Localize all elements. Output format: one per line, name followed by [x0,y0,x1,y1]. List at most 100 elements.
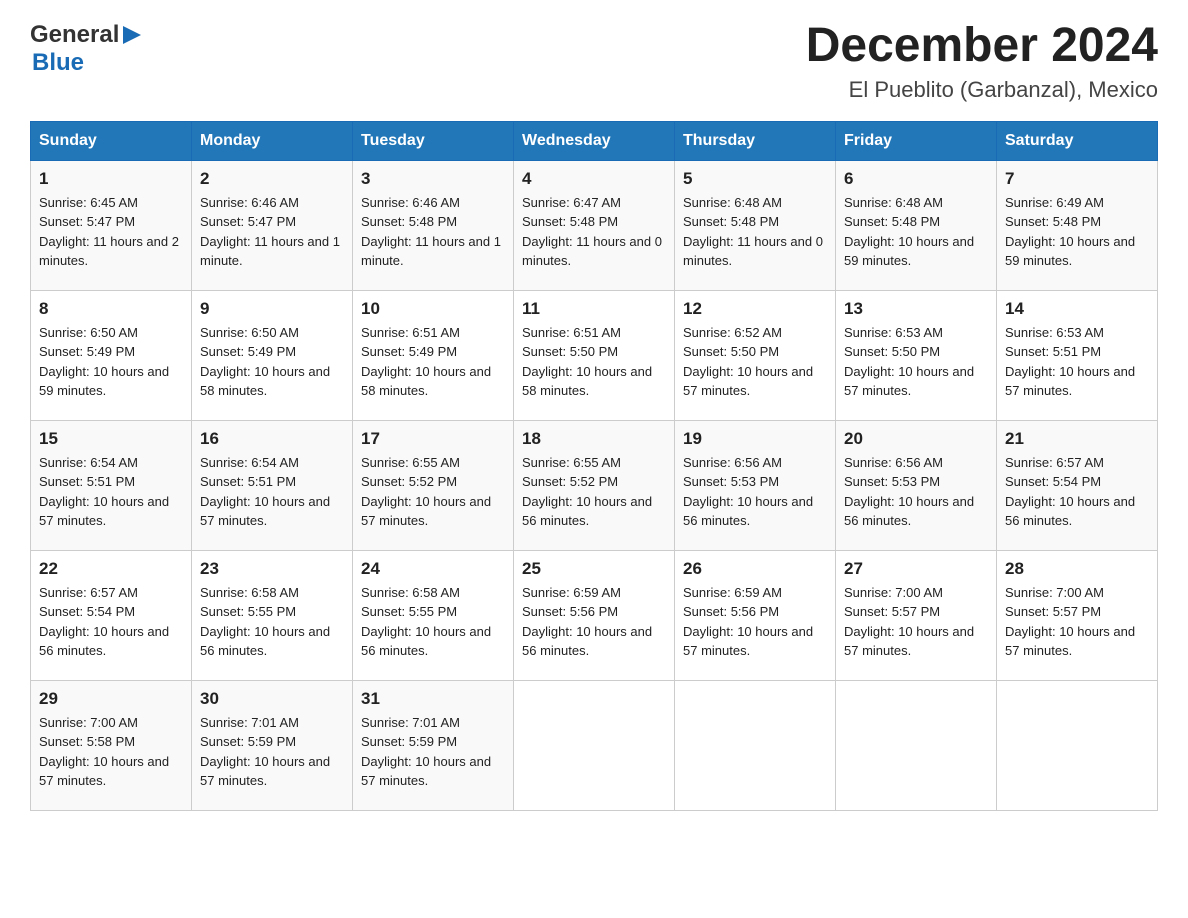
day-number: 17 [361,429,505,449]
day-number: 11 [522,299,666,319]
calendar-cell [675,680,836,810]
day-number: 5 [683,169,827,189]
day-detail: Sunrise: 6:54 AMSunset: 5:51 PMDaylight:… [39,455,169,529]
day-number: 6 [844,169,988,189]
day-number: 15 [39,429,183,449]
calendar-cell [514,680,675,810]
day-detail: Sunrise: 6:49 AMSunset: 5:48 PMDaylight:… [1005,195,1135,269]
calendar-cell: 29 Sunrise: 7:00 AMSunset: 5:58 PMDayligh… [31,680,192,810]
day-detail: Sunrise: 6:50 AMSunset: 5:49 PMDaylight:… [39,325,169,399]
day-number: 12 [683,299,827,319]
page-header: General Blue December 2024 El Pueblito (… [30,20,1158,103]
calendar-cell: 6 Sunrise: 6:48 AMSunset: 5:48 PMDaylight… [836,160,997,290]
calendar-week-row: 15 Sunrise: 6:54 AMSunset: 5:51 PMDayligh… [31,420,1158,550]
calendar-table: SundayMondayTuesdayWednesdayThursdayFrid… [30,121,1158,811]
day-detail: Sunrise: 6:51 AMSunset: 5:49 PMDaylight:… [361,325,491,399]
day-detail: Sunrise: 6:57 AMSunset: 5:54 PMDaylight:… [1005,455,1135,529]
calendar-cell: 9 Sunrise: 6:50 AMSunset: 5:49 PMDaylight… [192,290,353,420]
calendar-cell: 13Sunrise: 6:53 AMSunset: 5:50 PMDayligh… [836,290,997,420]
day-detail: Sunrise: 6:50 AMSunset: 5:49 PMDaylight:… [200,325,330,399]
location-title: El Pueblito (Garbanzal), Mexico [806,77,1158,103]
day-number: 3 [361,169,505,189]
day-detail: Sunrise: 6:58 AMSunset: 5:55 PMDaylight:… [361,585,491,659]
calendar-cell [836,680,997,810]
day-number: 16 [200,429,344,449]
calendar-cell: 12 Sunrise: 6:52 AMSunset: 5:50 PMDayligh… [675,290,836,420]
weekday-header-row: SundayMondayTuesdayWednesdayThursdayFrid… [31,121,1158,160]
calendar-cell: 1 Sunrise: 6:45 AMSunset: 5:47 PMDaylight… [31,160,192,290]
day-number: 28 [1005,559,1149,579]
calendar-cell: 28Sunrise: 7:00 AMSunset: 5:57 PMDayligh… [997,550,1158,680]
calendar-cell: 2 Sunrise: 6:46 AMSunset: 5:47 PMDaylight… [192,160,353,290]
day-detail: Sunrise: 6:59 AMSunset: 5:56 PMDaylight:… [683,585,813,659]
weekday-header-tuesday: Tuesday [353,121,514,160]
day-detail: Sunrise: 7:01 AMSunset: 5:59 PMDaylight:… [200,715,330,789]
day-number: 14 [1005,299,1149,319]
calendar-cell: 15 Sunrise: 6:54 AMSunset: 5:51 PMDayligh… [31,420,192,550]
day-number: 19 [683,429,827,449]
day-number: 25 [522,559,666,579]
day-number: 31 [361,689,505,709]
day-detail: Sunrise: 6:52 AMSunset: 5:50 PMDaylight:… [683,325,813,399]
day-detail: Sunrise: 6:56 AMSunset: 5:53 PMDaylight:… [683,455,813,529]
month-title: December 2024 [806,20,1158,73]
calendar-cell: 30Sunrise: 7:01 AMSunset: 5:59 PMDayligh… [192,680,353,810]
weekday-header-sunday: Sunday [31,121,192,160]
calendar-cell: 27Sunrise: 7:00 AMSunset: 5:57 PMDayligh… [836,550,997,680]
day-detail: Sunrise: 6:48 AMSunset: 5:48 PMDaylight:… [844,195,974,269]
calendar-cell: 21Sunrise: 6:57 AMSunset: 5:54 PMDayligh… [997,420,1158,550]
weekday-header-monday: Monday [192,121,353,160]
day-detail: Sunrise: 7:01 AMSunset: 5:59 PMDaylight:… [361,715,491,789]
day-detail: Sunrise: 6:59 AMSunset: 5:56 PMDaylight:… [522,585,652,659]
calendar-week-row: 29 Sunrise: 7:00 AMSunset: 5:58 PMDayligh… [31,680,1158,810]
calendar-cell: 7Sunrise: 6:49 AMSunset: 5:48 PMDaylight… [997,160,1158,290]
calendar-cell: 24 Sunrise: 6:58 AMSunset: 5:55 PMDayligh… [353,550,514,680]
calendar-cell: 10 Sunrise: 6:51 AMSunset: 5:49 PMDayligh… [353,290,514,420]
logo-blue-text: Blue [32,49,84,76]
day-detail: Sunrise: 6:53 AMSunset: 5:50 PMDaylight:… [844,325,974,399]
calendar-cell: 23 Sunrise: 6:58 AMSunset: 5:55 PMDayligh… [192,550,353,680]
day-detail: Sunrise: 7:00 AMSunset: 5:58 PMDaylight:… [39,715,169,789]
calendar-week-row: 8 Sunrise: 6:50 AMSunset: 5:49 PMDaylight… [31,290,1158,420]
day-detail: Sunrise: 6:53 AMSunset: 5:51 PMDaylight:… [1005,325,1135,399]
day-detail: Sunrise: 6:56 AMSunset: 5:53 PMDaylight:… [844,455,974,529]
calendar-cell: 11 Sunrise: 6:51 AMSunset: 5:50 PMDayligh… [514,290,675,420]
day-detail: Sunrise: 6:58 AMSunset: 5:55 PMDaylight:… [200,585,330,659]
day-number: 29 [39,689,183,709]
day-detail: Sunrise: 6:47 AMSunset: 5:48 PMDaylight:… [522,195,662,269]
day-number: 9 [200,299,344,319]
day-detail: Sunrise: 6:48 AMSunset: 5:48 PMDaylight:… [683,195,823,269]
day-number: 23 [200,559,344,579]
day-number: 8 [39,299,183,319]
day-number: 27 [844,559,988,579]
day-number: 24 [361,559,505,579]
calendar-cell: 26Sunrise: 6:59 AMSunset: 5:56 PMDayligh… [675,550,836,680]
day-number: 10 [361,299,505,319]
day-number: 22 [39,559,183,579]
day-number: 2 [200,169,344,189]
calendar-cell: 25 Sunrise: 6:59 AMSunset: 5:56 PMDayligh… [514,550,675,680]
day-number: 1 [39,169,183,189]
day-number: 18 [522,429,666,449]
logo-general-text: General [30,21,119,49]
weekday-header-thursday: Thursday [675,121,836,160]
title-area: December 2024 El Pueblito (Garbanzal), M… [806,20,1158,103]
day-detail: Sunrise: 6:57 AMSunset: 5:54 PMDaylight:… [39,585,169,659]
calendar-cell: 31 Sunrise: 7:01 AMSunset: 5:59 PMDayligh… [353,680,514,810]
day-detail: Sunrise: 6:55 AMSunset: 5:52 PMDaylight:… [361,455,491,529]
logo-arrow-icon [123,26,141,49]
calendar-cell: 4Sunrise: 6:47 AMSunset: 5:48 PMDaylight… [514,160,675,290]
calendar-week-row: 22 Sunrise: 6:57 AMSunset: 5:54 PMDayligh… [31,550,1158,680]
day-detail: Sunrise: 6:55 AMSunset: 5:52 PMDaylight:… [522,455,652,529]
day-number: 20 [844,429,988,449]
day-detail: Sunrise: 6:54 AMSunset: 5:51 PMDaylight:… [200,455,330,529]
calendar-cell [997,680,1158,810]
day-detail: Sunrise: 6:46 AMSunset: 5:47 PMDaylight:… [200,195,340,269]
calendar-cell: 3Sunrise: 6:46 AMSunset: 5:48 PMDaylight… [353,160,514,290]
day-detail: Sunrise: 6:45 AMSunset: 5:47 PMDaylight:… [39,195,179,269]
calendar-week-row: 1 Sunrise: 6:45 AMSunset: 5:47 PMDaylight… [31,160,1158,290]
calendar-cell: 18 Sunrise: 6:55 AMSunset: 5:52 PMDayligh… [514,420,675,550]
calendar-cell: 16 Sunrise: 6:54 AMSunset: 5:51 PMDayligh… [192,420,353,550]
calendar-cell: 19 Sunrise: 6:56 AMSunset: 5:53 PMDayligh… [675,420,836,550]
day-detail: Sunrise: 6:51 AMSunset: 5:50 PMDaylight:… [522,325,652,399]
